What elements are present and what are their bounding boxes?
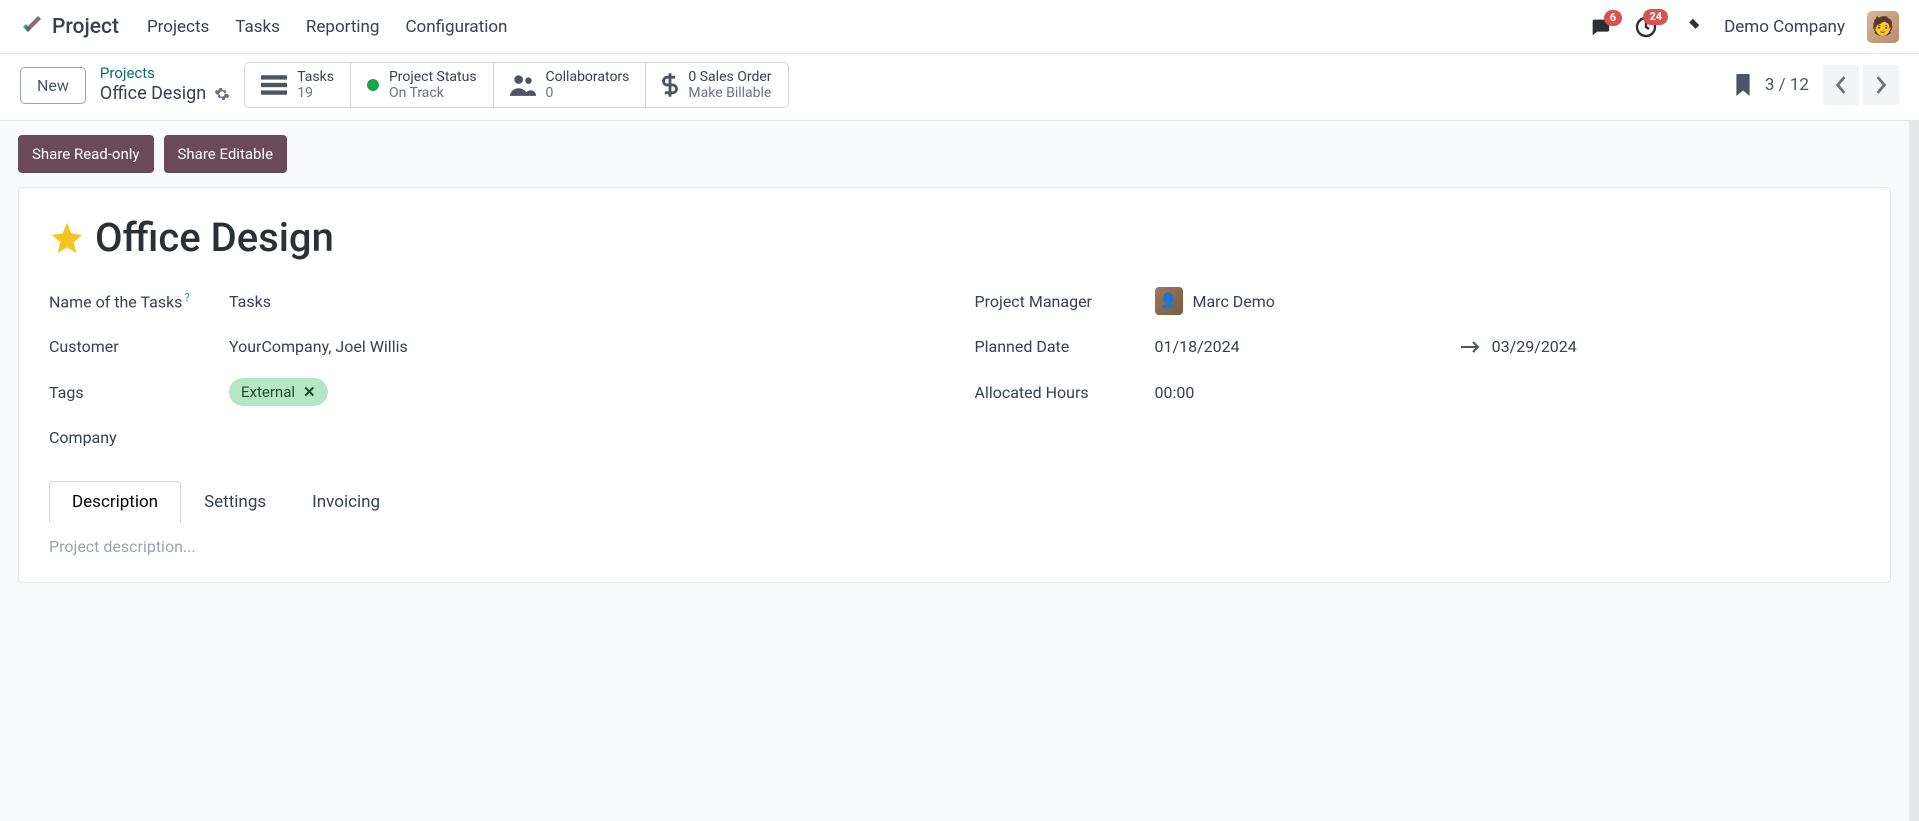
dollar-icon [662,72,678,98]
nav-projects[interactable]: Projects [147,17,209,37]
bookmark-icon[interactable] [1735,74,1751,96]
label-allocated-hours: Allocated Hours [975,383,1155,402]
company-selector[interactable]: Demo Company [1724,17,1845,37]
checkmark-icon [20,15,44,39]
label-name-of-tasks: Name of the Tasks? [49,291,229,311]
tag-remove-icon[interactable]: ✕ [303,383,316,401]
value-project-manager[interactable]: Marc Demo [1193,292,1275,311]
user-avatar[interactable]: 🧑 [1867,11,1899,43]
pager-counter[interactable]: 3 / 12 [1765,75,1809,95]
nav-reporting[interactable]: Reporting [306,17,380,37]
tab-invoicing[interactable]: Invoicing [289,481,403,523]
stat-project-status[interactable]: Project StatusOn Track [350,63,493,107]
share-readonly-button[interactable]: Share Read-only [18,135,154,173]
value-date-end[interactable]: 03/29/2024 [1492,337,1577,356]
messages-button[interactable]: 6 [1588,16,1612,38]
label-tags: Tags [49,383,229,402]
value-name-of-tasks[interactable]: Tasks [229,292,271,311]
value-date-start[interactable]: 01/18/2024 [1155,337,1240,356]
new-button[interactable]: New [20,67,86,104]
chevron-left-icon [1834,76,1848,94]
wrench-icon [1680,16,1702,38]
tab-settings[interactable]: Settings [181,481,289,523]
favorite-star-icon[interactable] [49,220,85,256]
messages-badge: 6 [1604,10,1622,26]
status-dot-icon [367,79,379,91]
nav-configuration[interactable]: Configuration [405,17,507,37]
label-planned-date: Planned Date [975,337,1155,356]
breadcrumb: Projects Office Design [100,64,230,105]
description-editor[interactable]: Project description... [49,537,1860,556]
page-title: Office Design [95,214,334,261]
chevron-right-icon [1874,76,1888,94]
arrow-right-icon [1460,341,1480,353]
label-project-manager: Project Manager [975,292,1155,311]
breadcrumb-current: Office Design [100,83,206,106]
manager-avatar: 👤 [1155,287,1183,315]
app-name: Project [52,15,119,39]
value-customer[interactable]: YourCompany, Joel Willis [229,337,408,356]
stat-tasks[interactable]: Tasks19 [245,63,350,107]
list-icon [261,75,287,95]
stat-collaborators[interactable]: Collaborators0 [493,63,646,107]
users-icon [510,74,536,96]
stat-sales-order[interactable]: 0 Sales OrderMake Billable [645,63,787,107]
app-logo[interactable]: Project [20,15,119,39]
breadcrumb-projects[interactable]: Projects [100,64,230,83]
value-allocated-hours[interactable]: 00:00 [1155,383,1195,402]
activities-badge: 24 [1643,9,1668,25]
label-customer: Customer [49,337,229,356]
tools-button[interactable] [1680,16,1702,38]
help-icon[interactable]: ? [184,291,189,304]
tag-external[interactable]: External ✕ [229,378,328,406]
pager-next[interactable] [1863,65,1899,105]
gear-icon[interactable] [214,86,230,102]
pager-prev[interactable] [1823,65,1859,105]
activities-button[interactable]: 24 [1634,15,1658,39]
label-company: Company [49,428,229,447]
share-editable-button[interactable]: Share Editable [164,135,288,173]
tab-description[interactable]: Description [49,481,181,523]
nav-tasks[interactable]: Tasks [235,17,280,37]
